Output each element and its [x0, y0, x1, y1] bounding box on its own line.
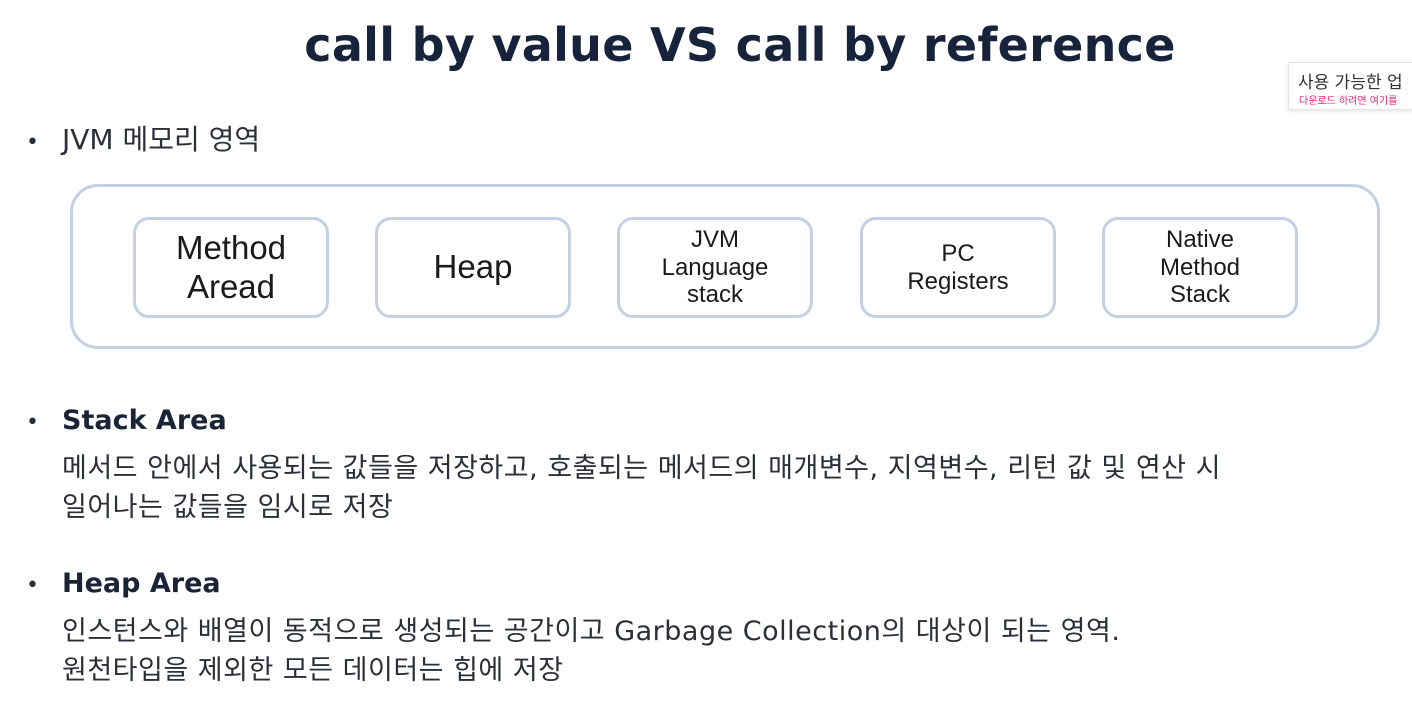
heap-area-heading: Heap Area	[62, 568, 221, 599]
heap-area-desc-line1: 인스턴스와 배열이 동적으로 생성되는 공간이고 Garbage Collect…	[62, 616, 1121, 647]
notification-subtitle[interactable]: 다운로드 하려면 여기를	[1299, 92, 1397, 107]
stack-area-desc-line1: 메서드 안에서 사용되는 값들을 저장하고, 호출되는 메서드의 매개변수, 지…	[62, 453, 1221, 484]
native-method-stack-label: Native Method Stack	[1159, 225, 1241, 309]
slide-title: call by value VS call by reference	[304, 18, 1176, 72]
stack-area-desc-line2: 일어나는 값들을 임시로 저장	[62, 492, 394, 523]
jvm-language-stack-box: JVM Language stack	[617, 217, 813, 318]
method-area-label: Method Aread	[175, 229, 287, 305]
notification-title: 사용 가능한 업	[1298, 73, 1403, 93]
pc-registers-box: PC Registers	[860, 217, 1056, 318]
bullet-jvm-memory: • JVM 메모리 영역	[26, 118, 260, 158]
update-notification[interactable]: 사용 가능한 업 다운로드 하려면 여기를	[1288, 62, 1412, 110]
bullet-dot: •	[26, 130, 39, 155]
bullet-jvm-memory-text: JVM 메모리 영역	[62, 123, 261, 156]
stack-area-heading: Stack Area	[62, 405, 227, 436]
method-area-box: Method Aread	[133, 217, 329, 318]
heap-area-desc-line2: 원천타입을 제외한 모든 데이터는 힙에 저장	[62, 655, 564, 686]
pc-registers-label: PC Registers	[907, 239, 1009, 295]
heap-label: Heap	[433, 248, 513, 286]
bullet-stack-area: • Stack Area	[26, 405, 227, 436]
jvm-language-stack-label: JVM Language stack	[661, 225, 769, 309]
bullet-dot: •	[26, 410, 39, 435]
bullet-heap-area: • Heap Area	[26, 568, 221, 599]
bullet-dot: •	[26, 573, 39, 598]
native-method-stack-box: Native Method Stack	[1102, 217, 1298, 318]
heap-box: Heap	[375, 217, 571, 318]
